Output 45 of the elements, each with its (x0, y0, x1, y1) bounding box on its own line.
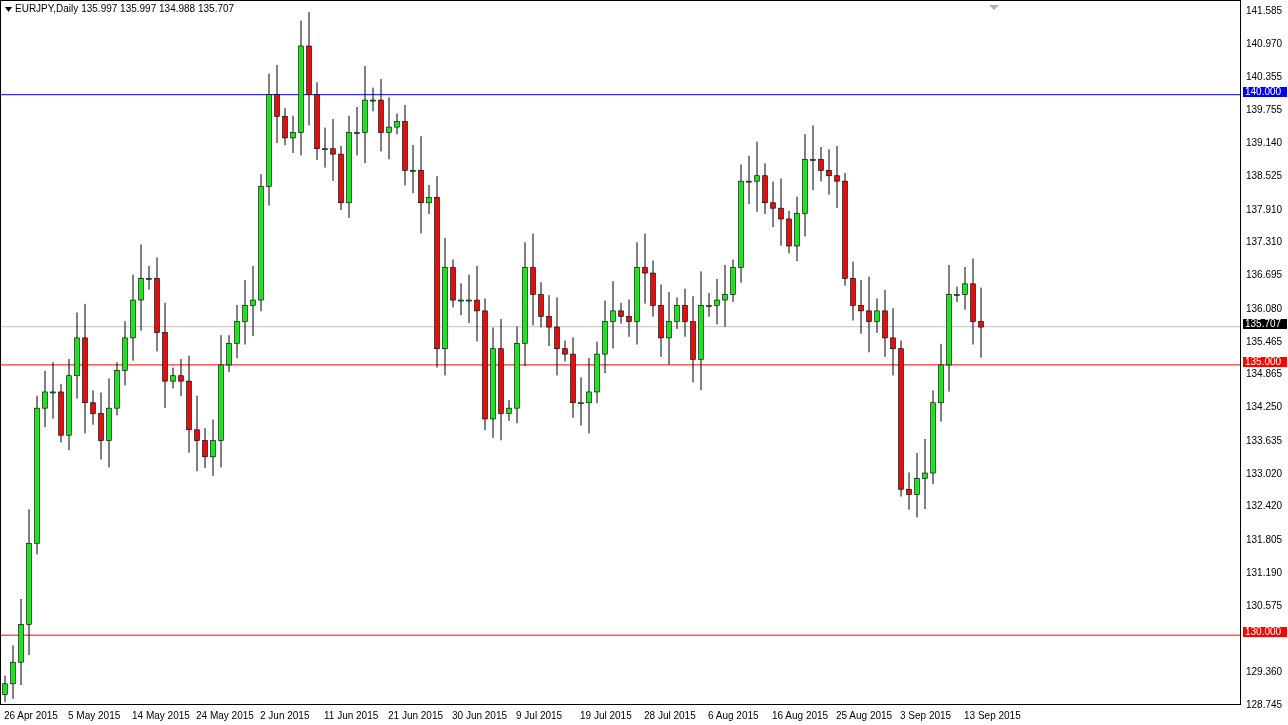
price-level-tag: 135.000 (1243, 356, 1287, 367)
price-label: 132.420 (1246, 501, 1283, 512)
price-label: 133.020 (1246, 468, 1283, 479)
price-label: 137.910 (1246, 204, 1283, 215)
price-label: 140.970 (1246, 39, 1283, 50)
price-label: 139.755 (1246, 104, 1283, 115)
date-label: 28 Jul 2015 (643, 708, 697, 723)
price-label: 130.575 (1246, 601, 1283, 612)
date-label: 6 Aug 2015 (707, 708, 760, 723)
price-label: 141.585 (1246, 6, 1283, 16)
price-level-tag: 135.707 (1243, 318, 1287, 329)
price-label: 135.465 (1246, 336, 1283, 347)
date-label: 13 Sep 2015 (963, 708, 1022, 723)
date-label: 21 Jun 2015 (387, 708, 445, 723)
date-label: 3 Sep 2015 (899, 708, 953, 723)
date-label: 30 Jun 2015 (451, 708, 509, 723)
price-label: 136.695 (1246, 270, 1283, 281)
dropdown-caret-icon[interactable] (5, 6, 12, 12)
date-label: 9 Jul 2015 (515, 708, 564, 723)
date-label: 16 Aug 2015 (771, 708, 830, 723)
date-label: 19 Jul 2015 (579, 708, 633, 723)
price-label: 138.525 (1246, 171, 1283, 182)
shift-marker-icon[interactable] (989, 5, 999, 10)
price-label: 134.250 (1246, 402, 1283, 413)
date-label: 14 May 2015 (131, 708, 191, 723)
date-label: 2 Jun 2015 (259, 708, 311, 723)
price-label: 129.360 (1246, 666, 1283, 677)
date-label: 5 May 2015 (67, 708, 122, 723)
price-label: 139.140 (1246, 138, 1283, 149)
date-label: 24 May 2015 (195, 708, 255, 723)
price-label: 137.310 (1246, 237, 1283, 248)
price-label: 134.865 (1246, 369, 1283, 380)
date-label: 25 Aug 2015 (835, 708, 894, 723)
price-label: 131.805 (1246, 534, 1283, 545)
price-label: 140.355 (1246, 72, 1283, 83)
date-label: 26 Apr 2015 (3, 708, 59, 723)
price-label: 131.190 (1246, 567, 1283, 578)
ohlc-values: 135.997 135.997 134.988 135.707 (81, 4, 235, 14)
price-label: 133.635 (1246, 435, 1283, 446)
date-label: 11 Jun 2015 (323, 708, 380, 723)
price-label: 136.080 (1246, 303, 1283, 314)
symbol-label: EURJPY,Daily (15, 4, 79, 14)
price-label: 128.745 (1246, 700, 1283, 710)
price-level-tag: 140.000 (1243, 86, 1287, 97)
price-level-tag: 130.000 (1243, 627, 1287, 638)
